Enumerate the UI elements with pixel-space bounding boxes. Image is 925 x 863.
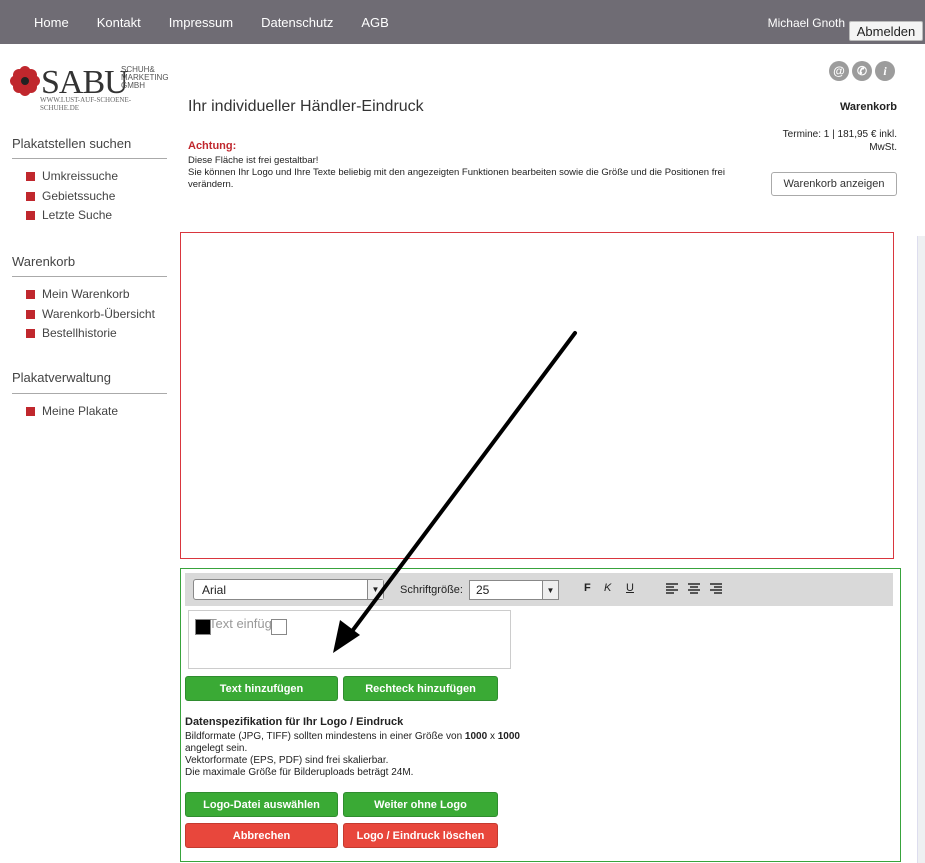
bullet-square-icon xyxy=(26,406,35,416)
bullet-square-icon xyxy=(26,328,35,338)
page-title: Ihr individueller Händler-Eindruck xyxy=(188,98,424,115)
sidebar-item-warenkorb-uebersicht[interactable]: Warenkorb-Übersicht xyxy=(26,307,155,321)
divider xyxy=(12,158,167,159)
font-family-value: Arial xyxy=(202,583,227,597)
font-family-select[interactable]: Arial ▼ xyxy=(193,579,384,600)
sidebar-item-mein-warenkorb[interactable]: Mein Warenkorb xyxy=(26,287,130,301)
text-input-area[interactable]: Text einfügen xyxy=(188,610,511,669)
add-rectangle-button[interactable]: Rechteck hinzufügen xyxy=(343,676,498,701)
bullet-square-icon xyxy=(26,289,35,299)
sidebar-item-meine-plakate[interactable]: Meine Plakate xyxy=(26,404,118,418)
bullet-square-icon xyxy=(26,191,35,201)
logo-company-line: GMBH xyxy=(121,81,145,90)
sidebar-item-label: Warenkorb-Übersicht xyxy=(42,307,155,321)
font-size-select[interactable]: 25 ▼ xyxy=(469,580,559,600)
sidebar-heading-warenkorb: Warenkorb xyxy=(12,254,76,269)
user-name: Michael Gnoth xyxy=(767,16,845,30)
divider xyxy=(12,276,167,277)
bold-button[interactable]: F xyxy=(584,582,591,594)
spec-height: 1000 xyxy=(497,731,520,742)
align-center-icon[interactable] xyxy=(688,583,700,595)
logo-company-name: SCHUH& MARKETING GMBH xyxy=(121,66,169,90)
align-left-icon[interactable] xyxy=(666,583,678,595)
nav-kontakt[interactable]: Kontakt xyxy=(97,15,141,30)
italic-button[interactable]: K xyxy=(604,582,611,594)
bullet-square-icon xyxy=(26,171,35,181)
top-navigation-bar: Home Kontakt Impressum Datenschutz AGB M… xyxy=(0,0,925,44)
sidebar-item-bestellhistorie[interactable]: Bestellhistorie xyxy=(26,326,117,340)
cart-summary: Termine: 1 | 181,95 € inkl. MwSt. xyxy=(782,129,897,153)
cancel-button[interactable]: Abbrechen xyxy=(185,823,338,848)
bullet-square-icon xyxy=(26,309,35,319)
spec-title: Datenspezifikation für Ihr Logo / Eindru… xyxy=(185,716,404,728)
align-right-icon[interactable] xyxy=(710,583,722,595)
spec-line: Bildformate (JPG, TIFF) sollten mindeste… xyxy=(185,731,605,743)
nav-agb[interactable]: AGB xyxy=(361,15,388,30)
nav-impressum[interactable]: Impressum xyxy=(169,15,233,30)
delete-logo-button[interactable]: Logo / Eindruck löschen xyxy=(343,823,498,848)
warning-title: Achtung: xyxy=(188,140,237,152)
spec-text: Bildformate (JPG, TIFF) sollten mindeste… xyxy=(185,731,605,779)
sidebar-heading-plakatstellen: Plakatstellen suchen xyxy=(12,136,132,151)
font-size-value: 25 xyxy=(476,583,490,597)
text-color-picker[interactable] xyxy=(195,619,211,635)
sidebar-item-label: Letzte Suche xyxy=(42,208,113,222)
chevron-down-icon[interactable]: ▼ xyxy=(367,580,383,599)
nav-home[interactable]: Home xyxy=(34,15,69,30)
underline-button[interactable]: U xyxy=(626,582,634,594)
email-icon[interactable]: @ xyxy=(829,61,849,81)
flower-logo-icon xyxy=(10,66,40,96)
bullet-square-icon xyxy=(26,210,35,220)
spec-line: Die maximale Größe für Bilderuploads bet… xyxy=(185,767,414,778)
spec-text-part: Bildformate (JPG, TIFF) sollten mindeste… xyxy=(185,731,465,742)
info-icon[interactable]: i xyxy=(875,61,895,81)
sidebar-item-label: Mein Warenkorb xyxy=(42,287,130,301)
sidebar-item-label: Umkreissuche xyxy=(42,169,119,183)
sidebar-heading-plakatverwaltung: Plakatverwaltung xyxy=(12,370,111,385)
logout-button[interactable]: Abmelden xyxy=(849,21,923,41)
chevron-down-icon[interactable]: ▼ xyxy=(542,581,558,599)
contact-icons: @ ✆ i xyxy=(829,61,895,81)
spec-line: angelegt sein. xyxy=(185,743,248,754)
sidebar-item-umkreissuche[interactable]: Umkreissuche xyxy=(26,169,118,183)
warning-line: Diese Fläche ist frei gestaltbar! xyxy=(188,155,319,166)
main-nav: Home Kontakt Impressum Datenschutz AGB xyxy=(34,0,417,44)
add-text-button[interactable]: Text hinzufügen xyxy=(185,676,338,701)
logo-url: WWW.LUST-AUF-SCHOENE-SCHUHE.DE xyxy=(40,96,132,112)
sidebar-item-letzte-suche[interactable]: Letzte Suche xyxy=(26,208,112,222)
divider xyxy=(12,393,167,394)
spec-line: Vektorformate (EPS, PDF) sind frei skali… xyxy=(185,755,389,766)
warning-line: Sie können Ihr Logo und Ihre Texte belie… xyxy=(188,167,725,190)
page: Home Kontakt Impressum Datenschutz AGB M… xyxy=(0,0,925,863)
sidebar-item-gebietssuche[interactable]: Gebietssuche xyxy=(26,189,115,203)
spec-width: 1000 xyxy=(464,731,488,742)
phone-icon[interactable]: ✆ xyxy=(852,61,872,81)
choose-logo-button[interactable]: Logo-Datei auswählen xyxy=(185,792,338,817)
scrollbar[interactable] xyxy=(917,236,925,863)
spec-text-part: x xyxy=(487,731,498,742)
show-cart-button[interactable]: Warenkorb anzeigen xyxy=(771,172,897,196)
sidebar-item-label: Gebietssuche xyxy=(42,189,116,203)
font-size-label: Schriftgröße: xyxy=(400,584,463,596)
design-canvas[interactable] xyxy=(180,232,894,559)
background-color-picker[interactable] xyxy=(271,619,287,635)
continue-without-logo-button[interactable]: Weiter ohne Logo xyxy=(343,792,498,817)
nav-datenschutz[interactable]: Datenschutz xyxy=(261,15,333,30)
cart-title: Warenkorb xyxy=(839,101,897,113)
company-logo[interactable]: SABU SCHUH& MARKETING GMBH WWW.LUST-AUF-… xyxy=(10,64,170,116)
sidebar-item-label: Meine Plakate xyxy=(42,404,119,418)
sidebar-item-label: Bestellhistorie xyxy=(42,326,117,340)
warning-text: Diese Fläche ist frei gestaltbar! Sie kö… xyxy=(188,155,728,191)
